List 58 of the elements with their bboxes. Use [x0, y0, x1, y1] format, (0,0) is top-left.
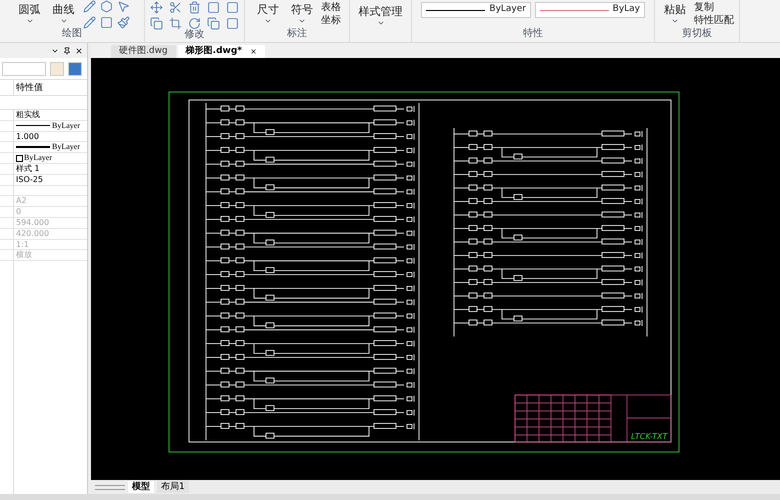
rectangle-icon[interactable]	[207, 1, 220, 14]
erase-icon[interactable]	[188, 1, 201, 14]
property-value: 样式 1	[15, 164, 40, 174]
ribbon-button[interactable]: 表格	[321, 1, 341, 14]
close-icon[interactable]	[75, 46, 83, 54]
document-tab[interactable]: 硬件图.dwg	[111, 45, 176, 58]
group-label: 特性	[523, 29, 543, 39]
property-value: 横放	[15, 250, 32, 260]
ribbon-button[interactable]: 粘贴	[660, 0, 690, 25]
rotate-icon[interactable]	[188, 17, 201, 30]
property-value: 594.000	[15, 218, 50, 228]
ribbon-button[interactable]: 圆弧	[14, 0, 44, 25]
rectangle-tool-icon[interactable]	[100, 16, 112, 29]
layout-tab[interactable]: 模型	[128, 481, 154, 493]
ribbon-button[interactable]: 样式管理	[354, 0, 406, 27]
property-value: A2	[15, 196, 27, 206]
close-icon[interactable]	[250, 48, 257, 55]
select-field[interactable]	[2, 62, 46, 76]
linetype-value: ByLayer	[14, 142, 80, 152]
ribbon-button[interactable]: 符号	[287, 0, 317, 25]
property-value: ISO-25	[15, 174, 44, 185]
line-tool-icon[interactable]	[82, 0, 96, 13]
copy-icon[interactable]	[150, 17, 163, 30]
title-block-code: LTCK-TXT	[631, 432, 668, 441]
shape-tool-icon[interactable]	[100, 0, 112, 13]
group-label: 标注	[287, 29, 307, 39]
ribbon-button[interactable]: 曲线	[48, 0, 78, 25]
trim-icon[interactable]	[169, 1, 182, 14]
group-label: 修改	[184, 30, 204, 40]
tab-nav-icon[interactable]	[95, 484, 125, 490]
layout-tab[interactable]: 布局1	[157, 481, 189, 493]
group-label: 绘图	[62, 29, 82, 39]
pointer-icon[interactable]	[116, 0, 130, 13]
move-icon[interactable]	[150, 1, 163, 14]
property-value: 1.000	[15, 132, 39, 142]
pin-icon[interactable]	[63, 46, 71, 54]
line-tool-icon[interactable]	[82, 16, 96, 29]
ribbon-button[interactable]: 坐标	[321, 14, 341, 27]
property-value: 420.000	[15, 228, 50, 239]
linetype-dropdown[interactable]: ByLay	[535, 2, 645, 18]
property-value: 1:1	[15, 240, 29, 250]
copy-icon[interactable]	[207, 17, 220, 30]
document-tab[interactable]: 梯形图.dwg*	[178, 45, 265, 58]
column-header: 特性值	[15, 82, 43, 95]
drawing-canvas[interactable]: LTCK-TXT	[91, 58, 780, 480]
ribbon-button[interactable]: 复制	[694, 1, 734, 14]
color-value: ByLayer	[14, 153, 52, 163]
property-value: 粗实线	[15, 110, 40, 120]
group-label: 剪切板	[682, 29, 712, 39]
linetype-dropdown[interactable]: ByLayer	[421, 2, 531, 18]
rectangle-icon[interactable]	[226, 17, 239, 30]
brush-icon[interactable]	[116, 16, 130, 29]
rectangle-icon[interactable]	[226, 1, 239, 14]
crop-icon[interactable]	[169, 17, 182, 30]
property-value: 0	[15, 207, 22, 217]
linetype-value: ByLayer	[14, 120, 80, 131]
ribbon-button[interactable]: 特性匹配	[694, 14, 734, 27]
ribbon-button[interactable]: 尺寸	[253, 0, 283, 25]
